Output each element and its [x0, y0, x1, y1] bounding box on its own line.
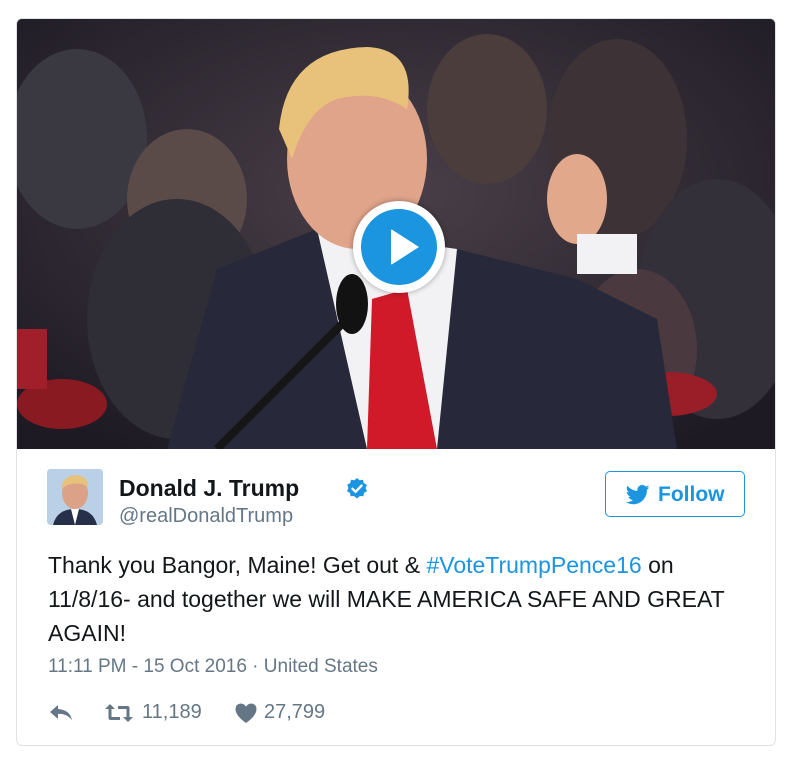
video-thumbnail[interactable]: [17, 19, 775, 449]
twitter-bird-icon: [626, 485, 650, 505]
follow-button[interactable]: Follow: [605, 471, 745, 517]
author-handle[interactable]: @realDonaldTrump: [119, 505, 293, 528]
tweet-header: Donald J. Trump @realDonaldTrump Follow: [47, 469, 747, 529]
tweet-actions: 11,189 27,799: [48, 699, 448, 729]
heart-icon: [235, 703, 257, 723]
play-icon: [391, 229, 419, 265]
retweet-button[interactable]: 11,189: [104, 699, 214, 729]
tweet-timestamp[interactable]: 11:11 PM - 15 Oct 2016: [48, 656, 247, 677]
author-name[interactable]: Donald J. Trump: [119, 475, 299, 502]
hashtag-link[interactable]: #VoteTrumpPence16: [426, 552, 641, 578]
verified-badge-icon: [347, 478, 367, 499]
play-button[interactable]: [353, 201, 445, 293]
tweet-card: Donald J. Trump @realDonaldTrump Follow …: [16, 18, 776, 746]
reply-icon: [50, 705, 72, 720]
like-button[interactable]: 27,799: [234, 699, 344, 729]
tweet-text: Thank you Bangor, Maine! Get out & #Vote…: [48, 552, 725, 646]
tweet-metadata: 11:11 PM - 15 Oct 2016 · United States: [48, 656, 378, 677]
like-count: 27,799: [264, 701, 326, 723]
follow-label: Follow: [658, 483, 725, 506]
retweet-icon: [105, 704, 133, 722]
reply-button[interactable]: [48, 699, 78, 729]
tweet-location[interactable]: United States: [264, 656, 378, 677]
retweet-count: 11,189: [142, 701, 202, 723]
avatar[interactable]: [47, 469, 103, 525]
